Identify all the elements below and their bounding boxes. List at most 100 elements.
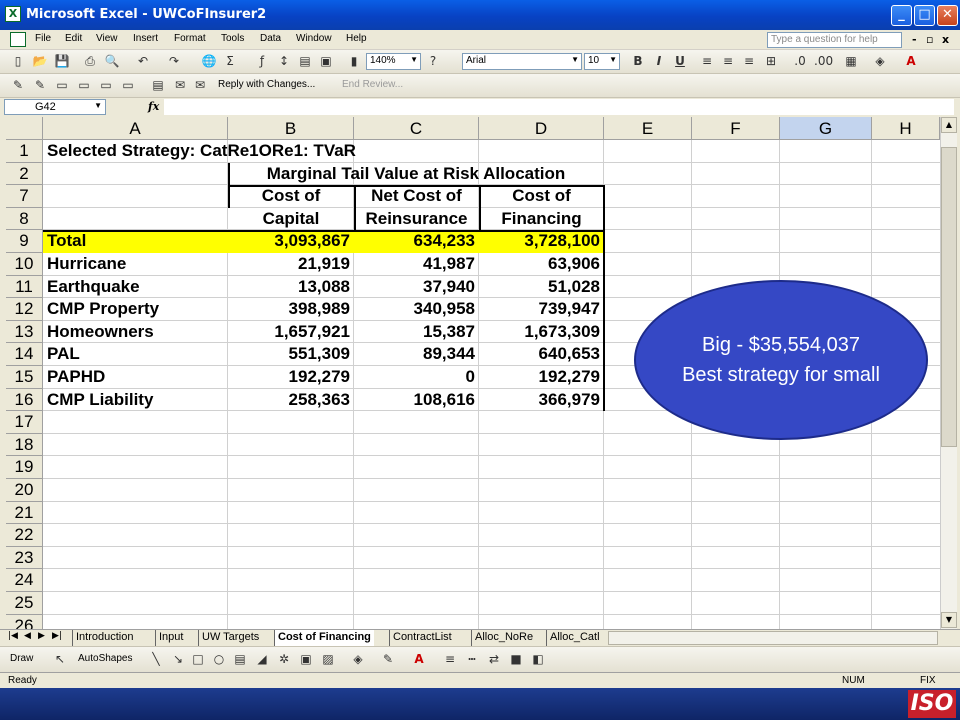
prev-sheet-icon[interactable]: ◀ xyxy=(24,631,31,641)
help-search-input[interactable]: Type a question for help xyxy=(767,32,902,48)
cost-of-capital-value[interactable]: 1,657,921 xyxy=(228,321,354,343)
line-style-icon[interactable]: ≡ xyxy=(442,652,458,667)
italic-button[interactable]: I xyxy=(651,54,667,69)
increase-decimal-icon[interactable]: .0 xyxy=(792,54,808,69)
header-net-cost-2[interactable]: Reinsurance xyxy=(354,208,479,230)
column-header[interactable]: F xyxy=(692,117,780,140)
bar-chart-icon[interactable]: ▮ xyxy=(346,54,362,69)
decrease-decimal-icon[interactable]: .00 xyxy=(814,54,833,69)
arrow-icon[interactable]: ↘ xyxy=(170,652,186,667)
menu-tools[interactable]: Tools xyxy=(221,33,244,44)
last-sheet-icon[interactable]: ▶| xyxy=(52,631,62,641)
header-cost-of-capital-1[interactable]: Cost of xyxy=(228,185,354,207)
textbox-icon[interactable]: ▤ xyxy=(232,652,248,667)
row-header[interactable]: 25 xyxy=(6,592,43,615)
row-header[interactable]: 10 xyxy=(6,253,43,276)
row-label[interactable]: PAPHD xyxy=(43,366,228,388)
review-icon-2[interactable]: ✎ xyxy=(32,78,48,93)
column-header[interactable]: D xyxy=(479,117,604,140)
row-header[interactable]: 21 xyxy=(6,501,43,525)
row-header[interactable]: 8 xyxy=(6,207,43,231)
track-changes-icon[interactable]: ▤ xyxy=(150,78,166,93)
align-center-icon[interactable]: ≡ xyxy=(720,54,736,69)
end-review-button[interactable]: End Review... xyxy=(342,79,403,90)
next-sheet-icon[interactable]: ▶ xyxy=(38,631,45,641)
sheet-tab-alloc-nore[interactable]: Alloc_NoRe xyxy=(471,630,536,646)
autosum-icon[interactable]: Σ xyxy=(222,54,238,69)
undo-icon[interactable]: ↶ xyxy=(135,54,151,69)
hyperlink-icon[interactable]: 🌐 xyxy=(201,54,217,69)
vertical-scrollbar[interactable]: ▲ ▼ xyxy=(940,117,957,629)
menu-help[interactable]: Help xyxy=(346,33,367,44)
net-cost-reinsurance-value[interactable]: 41,987 xyxy=(354,253,479,275)
comment-icon-3[interactable]: ▭ xyxy=(98,78,114,93)
cost-of-capital-value[interactable]: 21,919 xyxy=(228,253,354,275)
oval-icon[interactable]: ○ xyxy=(211,652,227,667)
cost-of-financing-value[interactable]: 51,028 xyxy=(479,276,604,298)
sort-ascending-icon[interactable]: ↕ xyxy=(276,54,292,69)
net-cost-reinsurance-value[interactable]: 0 xyxy=(354,366,479,388)
row-label[interactable]: Earthquake xyxy=(43,276,228,298)
table-title[interactable]: Marginal Tail Value at Risk Allocation xyxy=(228,163,604,185)
review-icon[interactable]: ✎ xyxy=(10,78,26,93)
doc-minimize-button[interactable]: - xyxy=(912,33,917,46)
cost-of-capital-value[interactable]: 3,093,867 xyxy=(228,230,354,252)
row-header[interactable]: 23 xyxy=(6,546,43,570)
cost-of-capital-value[interactable]: 13,088 xyxy=(228,276,354,298)
net-cost-reinsurance-value[interactable]: 37,940 xyxy=(354,276,479,298)
column-header[interactable]: B xyxy=(228,117,354,140)
sheet-tab-uw-targets[interactable]: UW Targets xyxy=(198,630,262,646)
cost-of-capital-value[interactable]: 551,309 xyxy=(228,343,354,365)
save-icon[interactable]: 💾 xyxy=(54,54,70,69)
menu-view[interactable]: View xyxy=(96,33,118,44)
column-header[interactable]: C xyxy=(354,117,479,140)
row-label[interactable]: Total xyxy=(43,230,228,252)
reply-with-changes-button[interactable]: Reply with Changes... xyxy=(218,79,315,90)
align-left-icon[interactable]: ≡ xyxy=(699,54,715,69)
comment-icon[interactable]: ▭ xyxy=(54,78,70,93)
row-header[interactable]: 2 xyxy=(6,162,43,186)
maximize-button[interactable]: □ xyxy=(914,5,935,26)
clipart-icon[interactable]: ▣ xyxy=(298,652,314,667)
row-header[interactable]: 15 xyxy=(6,366,43,389)
cost-of-financing-value[interactable]: 739,947 xyxy=(479,298,604,320)
header-cost-of-capital-2[interactable]: Capital xyxy=(228,208,354,230)
redo-icon[interactable]: ↷ xyxy=(166,54,182,69)
line-icon[interactable]: ╲ xyxy=(148,652,164,667)
cost-of-financing-value[interactable]: 3,728,100 xyxy=(479,230,604,252)
cost-of-capital-value[interactable]: 258,363 xyxy=(228,389,354,411)
net-cost-reinsurance-value[interactable]: 634,233 xyxy=(354,230,479,252)
font-color-icon[interactable]: A xyxy=(411,652,427,667)
menu-edit[interactable]: Edit xyxy=(65,33,82,44)
row-header[interactable]: 13 xyxy=(6,320,43,344)
workbook-icon[interactable] xyxy=(10,32,26,47)
row-header[interactable]: 18 xyxy=(6,433,43,457)
excel-app-icon[interactable]: X xyxy=(5,6,21,22)
menu-file[interactable]: File xyxy=(35,33,51,44)
horizontal-scrollbar[interactable] xyxy=(608,631,938,645)
first-sheet-icon[interactable]: |◀ xyxy=(8,631,18,641)
merge-center-icon[interactable]: ⊞ xyxy=(763,54,779,69)
insert-function-icon[interactable]: fx xyxy=(148,100,159,113)
sheet-tab-introduction[interactable]: Introduction xyxy=(72,630,136,646)
net-cost-reinsurance-value[interactable]: 89,344 xyxy=(354,343,479,365)
row-label[interactable]: CMP Liability xyxy=(43,389,228,411)
send-icon-2[interactable]: ✉ xyxy=(192,78,208,93)
net-cost-reinsurance-value[interactable]: 108,616 xyxy=(354,389,479,411)
close-button[interactable]: ✕ xyxy=(937,5,958,26)
doc-close-button[interactable]: x xyxy=(942,33,949,46)
font-size-select[interactable]: 10 ▼ xyxy=(584,53,620,70)
menu-data[interactable]: Data xyxy=(260,33,281,44)
cost-of-financing-value[interactable]: 366,979 xyxy=(479,389,604,411)
autoshapes-menu-button[interactable]: AutoShapes xyxy=(78,653,133,664)
picture-icon[interactable]: ▨ xyxy=(320,652,336,667)
row-label[interactable]: Hurricane xyxy=(43,253,228,275)
drawing-icon[interactable]: ▣ xyxy=(318,54,334,69)
open-icon[interactable]: 📂 xyxy=(32,54,48,69)
rectangle-icon[interactable]: □ xyxy=(190,652,206,667)
formula-input[interactable] xyxy=(164,99,954,115)
align-right-icon[interactable]: ≡ xyxy=(741,54,757,69)
sheet-tab-cost-of-financing[interactable]: Cost of Financing xyxy=(274,630,374,646)
header-net-cost-1[interactable]: Net Cost of xyxy=(354,185,479,207)
underline-button[interactable]: U xyxy=(672,54,688,69)
